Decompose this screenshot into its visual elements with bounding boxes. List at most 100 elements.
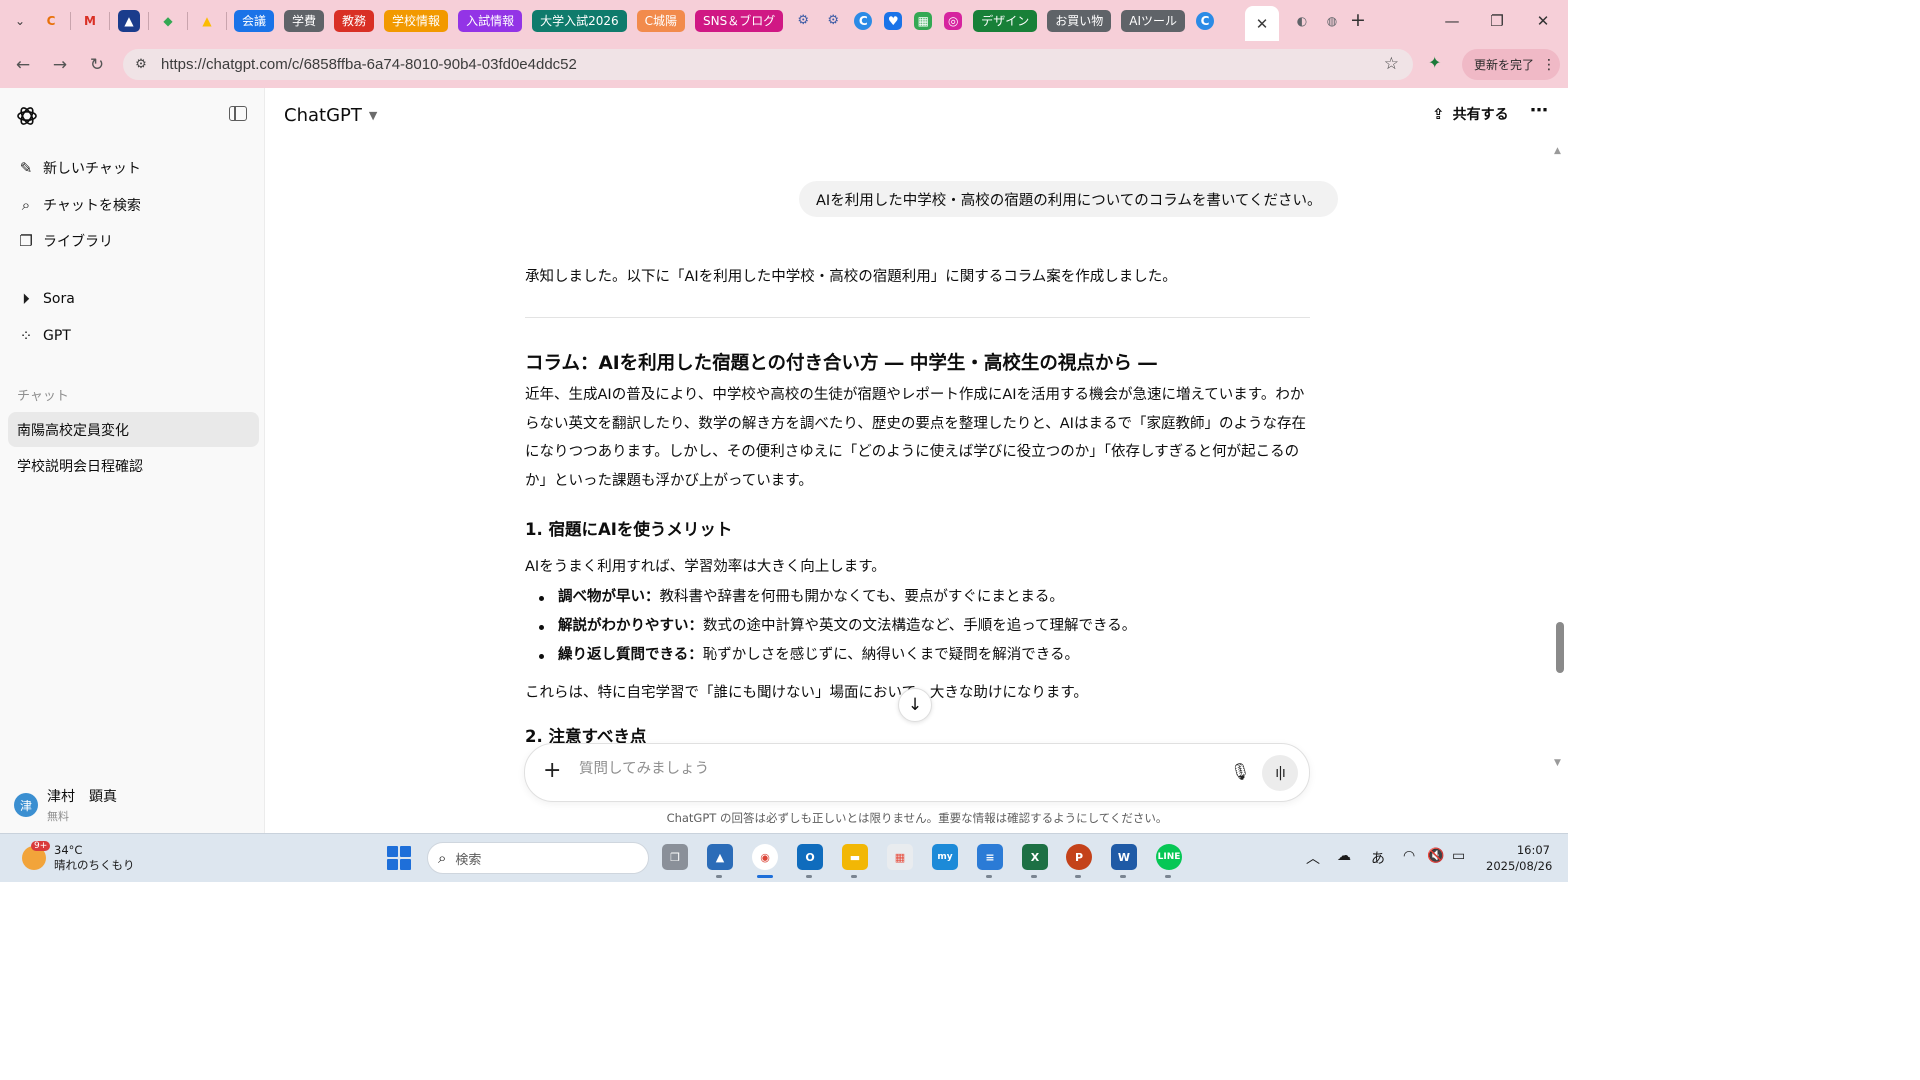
- task-view-icon[interactable]: ❐: [662, 844, 688, 870]
- forward-icon[interactable]: →: [45, 50, 75, 80]
- search-icon: ⌕: [21, 195, 31, 214]
- chatgpt-tab-icon[interactable]: ◐: [1291, 10, 1313, 32]
- gmail-icon[interactable]: M: [79, 10, 101, 32]
- tab-group-chip[interactable]: 学費: [284, 9, 325, 32]
- tab-favicon-c[interactable]: C: [40, 10, 62, 32]
- tab-group-chip[interactable]: 入試情報: [458, 9, 523, 32]
- chat-history-item-selected[interactable]: 南陽高校定員変化: [8, 412, 259, 447]
- windows-taskbar: 9+ 34°C 晴れのちくもり ⌕ 検索 ❐ ▲ ◉ O ▬ ▦ my ≡ X …: [0, 833, 1568, 882]
- chatgpt-tab-icon[interactable]: ◍: [1321, 10, 1343, 32]
- more-options-icon[interactable]: ⋯: [1530, 100, 1548, 121]
- active-tab-close-icon[interactable]: ✕: [1245, 6, 1279, 41]
- share-button[interactable]: ⇪ 共有する: [1432, 104, 1509, 124]
- tab-favicon-copilot[interactable]: C: [854, 11, 873, 30]
- volume-muted-icon[interactable]: 🔇: [1427, 848, 1444, 864]
- conversation-area[interactable]: AIを利用した中学校・高校の宿題の利用についてのコラムを書いてください。 承知し…: [266, 143, 1556, 743]
- start-button[interactable]: [387, 846, 411, 870]
- tab-favicon-grid[interactable]: ▦: [914, 11, 933, 30]
- model-name: ChatGPT: [284, 105, 362, 126]
- tab-group-chip[interactable]: AIツール: [1121, 9, 1186, 32]
- ime-indicator[interactable]: あ: [1371, 848, 1385, 868]
- user-message: AIを利用した中学校・高校の宿題の利用についてのコラムを書いてください。: [799, 181, 1339, 217]
- notepad-icon[interactable]: ≡: [977, 844, 1003, 870]
- tab-group-chip[interactable]: SNS＆ブログ: [695, 9, 784, 32]
- voice-mode-button[interactable]: ı|ı: [1262, 755, 1298, 791]
- photos-icon[interactable]: ▲: [707, 844, 733, 870]
- browser-toolbar: ← → ↻ ⚙ https://chatgpt.com/c/6858ffba-6…: [0, 41, 1568, 88]
- update-label: 更新を完了: [1474, 58, 1535, 72]
- close-sidebar-icon[interactable]: [229, 106, 247, 121]
- tab-group-chip[interactable]: デザイン: [973, 9, 1038, 32]
- tab-favicon-app[interactable]: ⚙: [792, 10, 814, 32]
- chat-history-item[interactable]: 学校説明会日程確認: [8, 448, 259, 483]
- outlook-icon[interactable]: O: [797, 844, 823, 870]
- excel-icon[interactable]: X: [1022, 844, 1048, 870]
- scrollbar-down-arrow-icon[interactable]: ▼: [1554, 758, 1561, 768]
- tab-divider: [187, 11, 188, 30]
- onedrive-cloud-icon[interactable]: ☁: [1337, 848, 1351, 864]
- sidebar-item-new-chat[interactable]: ✎ 新しいチャット: [8, 150, 259, 185]
- powerpoint-icon[interactable]: P: [1066, 844, 1092, 870]
- chat-title: 南陽高校定員変化: [17, 422, 129, 439]
- show-hidden-icons-chevron-icon[interactable]: ︿: [1306, 848, 1320, 868]
- microsoft-store-icon[interactable]: ▦: [887, 844, 913, 870]
- clock[interactable]: 16:07 2025/08/26: [1486, 842, 1552, 874]
- tab-search-chevron-icon[interactable]: ⌄: [6, 7, 34, 35]
- maps-icon[interactable]: ◆: [157, 10, 179, 32]
- taskbar-search-label: 検索: [455, 852, 482, 868]
- user-account[interactable]: 津 津村 顕真 無料: [14, 786, 117, 824]
- wifi-icon[interactable]: ◠: [1403, 848, 1415, 864]
- weather-widget[interactable]: 9+ 34°C 晴れのちくもり: [22, 841, 135, 873]
- attach-plus-icon[interactable]: +: [543, 758, 561, 783]
- tab-favicon-school[interactable]: ▲: [118, 9, 140, 32]
- minimize-icon[interactable]: —: [1429, 0, 1475, 41]
- bookmark-star-icon[interactable]: ☆: [1384, 54, 1399, 74]
- tab-favicon-copilot[interactable]: C: [1196, 11, 1215, 30]
- sidebar-item-sora[interactable]: ⏵ Sora: [8, 281, 259, 316]
- battery-icon[interactable]: ▭: [1452, 848, 1465, 864]
- myasus-icon[interactable]: my: [932, 844, 958, 870]
- tab-favicon-app[interactable]: ⚙: [822, 10, 844, 32]
- url-text[interactable]: https://chatgpt.com/c/6858ffba-6a74-8010…: [161, 56, 577, 73]
- browser-menu-icon[interactable]: ⋮: [1542, 57, 1556, 73]
- drive-icon[interactable]: ▲: [196, 10, 218, 32]
- sidebar-item-search-chats[interactable]: ⌕ チャットを検索: [8, 187, 259, 222]
- address-bar[interactable]: ⚙ https://chatgpt.com/c/6858ffba-6a74-80…: [123, 49, 1413, 80]
- extension-icon[interactable]: ✦: [1428, 53, 1441, 72]
- chevron-down-icon: ▼: [368, 109, 378, 122]
- scrollbar-up-arrow-icon[interactable]: ▲: [1554, 146, 1561, 156]
- openai-logo-icon[interactable]: [15, 104, 39, 128]
- site-settings-icon[interactable]: ⚙: [129, 53, 153, 77]
- reload-icon[interactable]: ↻: [82, 50, 112, 80]
- microphone-icon[interactable]: 🎙: [1230, 762, 1250, 781]
- tab-group-chip[interactable]: 大学入試2026: [532, 9, 627, 32]
- new-tab-plus-icon[interactable]: +: [1350, 9, 1366, 31]
- divider: [525, 317, 1310, 318]
- instagram-icon[interactable]: ◎: [944, 11, 963, 30]
- list-item: 解説がわかりやすい：数式の途中計算や英文の文法構造など、手順を追って理解できる。: [539, 612, 1136, 641]
- tab-group-chip[interactable]: 教務: [334, 9, 375, 32]
- tab-group-chip[interactable]: お買い物: [1047, 9, 1112, 32]
- sidebar-item-label: 新しいチャット: [43, 160, 141, 177]
- benefit-list: 調べ物が早い：教科書や辞書を何冊も開かなくても、要点がすぐにまとまる。 解説がわ…: [539, 583, 1136, 670]
- back-icon[interactable]: ←: [8, 50, 38, 80]
- tab-group-chip[interactable]: C城陽: [636, 9, 686, 32]
- model-selector[interactable]: ChatGPT ▼: [284, 105, 377, 126]
- scrollbar-thumb[interactable]: [1556, 622, 1564, 673]
- chrome-icon[interactable]: ◉: [752, 844, 778, 870]
- close-window-icon[interactable]: ✕: [1520, 0, 1566, 41]
- prompt-input[interactable]: [579, 761, 1179, 777]
- list-item: 調べ物が早い：教科書や辞書を何冊も開かなくても、要点がすぐにまとまる。: [539, 583, 1136, 612]
- sidebar-item-gpt[interactable]: ⁘ GPT: [8, 318, 259, 353]
- restore-icon[interactable]: ❐: [1474, 0, 1520, 41]
- sidebar-item-library[interactable]: ❐ ライブラリ: [8, 223, 259, 258]
- tab-group-chip[interactable]: 会議: [234, 9, 275, 32]
- file-explorer-icon[interactable]: ▬: [842, 844, 868, 870]
- scroll-to-bottom-button[interactable]: ↓: [898, 688, 932, 722]
- tab-group-chip[interactable]: 学校情報: [384, 9, 449, 32]
- taskbar-search[interactable]: ⌕ 検索: [427, 842, 649, 874]
- tab-favicon-heart[interactable]: ♥: [884, 11, 903, 30]
- line-icon[interactable]: LINE: [1156, 844, 1182, 870]
- word-icon[interactable]: W: [1111, 844, 1137, 870]
- update-button[interactable]: 更新を完了 ⋮: [1462, 49, 1560, 80]
